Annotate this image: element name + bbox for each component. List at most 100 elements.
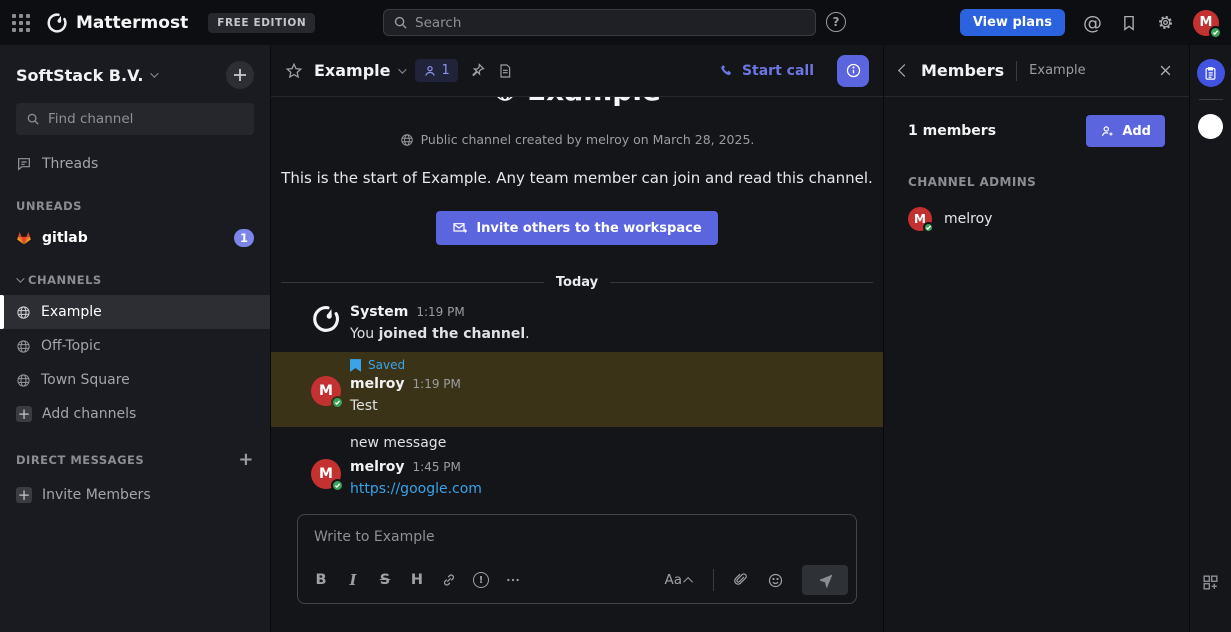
- link-post[interactable]: M melroy 1:45 PM https://google.com: [271, 451, 883, 499]
- channel-title: Example: [314, 61, 391, 80]
- channel-label: Town Square: [41, 372, 130, 388]
- invite-others-button[interactable]: Invite others to the workspace: [436, 211, 717, 245]
- post-username[interactable]: melroy: [350, 459, 405, 475]
- message-composer[interactable]: B I S H ! Aa: [297, 514, 857, 604]
- help-icon: ?: [826, 12, 846, 32]
- app-marketplace-icon[interactable]: [1201, 573, 1220, 596]
- member-row[interactable]: M melroy: [908, 207, 1165, 231]
- channel-files-icon[interactable]: [497, 63, 513, 79]
- system-avatar: [311, 304, 341, 334]
- emoji-smiley-icon: [767, 572, 784, 589]
- view-plans-button[interactable]: View plans: [960, 9, 1065, 36]
- priority-icon: !: [473, 572, 489, 588]
- invite-members-label: Invite Members: [42, 487, 151, 503]
- info-icon: [845, 62, 862, 79]
- team-menu[interactable]: SoftStack B.V.: [16, 66, 156, 85]
- favorite-star-icon[interactable]: [285, 62, 303, 80]
- sidebar-item-town-square[interactable]: Town Square: [0, 363, 270, 397]
- back-chevron-icon[interactable]: [898, 64, 911, 77]
- avatar-initial: M: [319, 466, 333, 482]
- send-icon: [817, 572, 834, 589]
- members-panel-header: Members Example: [884, 45, 1189, 97]
- start-call-button[interactable]: Start call: [719, 63, 814, 79]
- sidebar-item-threads[interactable]: Threads: [0, 147, 270, 181]
- invite-members-button[interactable]: + Invite Members: [0, 478, 270, 512]
- add-channels-button[interactable]: + Add channels: [0, 397, 270, 431]
- paperclip-icon: [733, 572, 749, 588]
- member-avatar: M: [908, 207, 932, 231]
- avatar-initial: M: [319, 383, 333, 399]
- edition-badge: FREE EDITION: [208, 13, 315, 33]
- toggle-formatting-button[interactable]: Aa: [656, 572, 701, 588]
- message-input[interactable]: [298, 515, 856, 559]
- more-formatting-button[interactable]: [498, 566, 528, 594]
- saved-indicator[interactable]: Saved: [271, 358, 883, 372]
- channel-members-button[interactable]: 1: [415, 59, 458, 82]
- strikethrough-button[interactable]: S: [370, 566, 400, 594]
- add-members-button[interactable]: Add: [1086, 115, 1165, 147]
- link-button[interactable]: [434, 566, 464, 594]
- search-input[interactable]: [415, 15, 806, 31]
- product-switcher-icon[interactable]: [12, 14, 30, 32]
- channel-intro-description: This is the start of Example. Any team m…: [271, 169, 883, 187]
- user-avatar[interactable]: M: [1193, 10, 1219, 36]
- envelope-plus-icon: [452, 220, 468, 236]
- globe-icon: [16, 339, 31, 354]
- channel-info-button[interactable]: [837, 55, 869, 87]
- custom-app-icon[interactable]: [1198, 114, 1223, 139]
- priority-button[interactable]: !: [466, 566, 496, 594]
- user-avatar[interactable]: M: [311, 376, 341, 406]
- find-channel-input[interactable]: [48, 111, 244, 127]
- channel-title-menu[interactable]: Example: [314, 61, 404, 80]
- emoji-button[interactable]: [760, 566, 790, 594]
- sidebar-item-gitlab[interactable]: gitlab 1: [0, 221, 270, 255]
- add-channel-button[interactable]: [226, 61, 254, 89]
- user-avatar[interactable]: M: [311, 459, 341, 489]
- team-name: SoftStack B.V.: [16, 66, 143, 85]
- post-username[interactable]: melroy: [350, 376, 405, 392]
- system-post[interactable]: System 1:19 PM You joined the channel.: [271, 296, 883, 344]
- phone-icon: [719, 63, 734, 78]
- mentions-icon[interactable]: @: [1083, 12, 1102, 34]
- channel-view: Example 1 Start call: [270, 45, 883, 632]
- channel-label: gitlab: [42, 230, 88, 246]
- unreads-section-header: UNREADS: [0, 181, 270, 221]
- saved-post[interactable]: M melroy 1:19 PM Test: [271, 374, 883, 416]
- plus-icon: [233, 68, 247, 82]
- channel-label: Off-Topic: [41, 338, 101, 354]
- settings-gear-icon[interactable]: [1156, 13, 1175, 32]
- channel-filter[interactable]: [16, 103, 254, 135]
- add-direct-message-icon[interactable]: +: [238, 449, 254, 470]
- member-count: 1: [442, 63, 450, 78]
- clipboard-icon: [1203, 66, 1218, 81]
- toolbar-divider: [713, 569, 714, 591]
- saved-posts-icon[interactable]: [1120, 14, 1138, 32]
- sidebar-item-off-topic[interactable]: Off-Topic: [0, 329, 270, 363]
- message-link[interactable]: https://google.com: [350, 481, 482, 497]
- channels-section-header[interactable]: CHANNELS: [0, 255, 270, 295]
- heading-button[interactable]: H: [402, 566, 432, 594]
- channel-intro-meta: Public channel created by melroy on Marc…: [271, 132, 883, 147]
- close-icon[interactable]: [1158, 63, 1173, 78]
- pinned-posts-icon[interactable]: [469, 62, 486, 79]
- help-button[interactable]: ?: [826, 12, 846, 32]
- consecutive-post[interactable]: new message: [271, 427, 883, 451]
- add-channels-label: Add channels: [42, 406, 136, 422]
- member-name: melroy: [944, 211, 992, 227]
- send-message-button[interactable]: [802, 565, 848, 595]
- online-status-icon: [1209, 26, 1222, 39]
- direct-messages-section-header: DIRECT MESSAGES +: [0, 431, 270, 478]
- link-icon: [441, 572, 457, 588]
- bold-button[interactable]: B: [306, 566, 336, 594]
- threads-icon: [16, 156, 32, 172]
- global-search[interactable]: [383, 9, 816, 36]
- chevron-down-icon: [151, 69, 159, 77]
- sidebar-item-example[interactable]: Example: [0, 295, 270, 329]
- date-divider[interactable]: Today: [281, 275, 873, 290]
- italic-button[interactable]: I: [338, 566, 368, 594]
- playbooks-app-icon[interactable]: [1197, 59, 1225, 87]
- formatting-toolbar: B I S H ! Aa: [298, 559, 856, 603]
- attach-file-button[interactable]: [726, 566, 756, 594]
- dots-horizontal-icon: [505, 572, 521, 588]
- mattermost-logo: Mattermost: [46, 12, 188, 34]
